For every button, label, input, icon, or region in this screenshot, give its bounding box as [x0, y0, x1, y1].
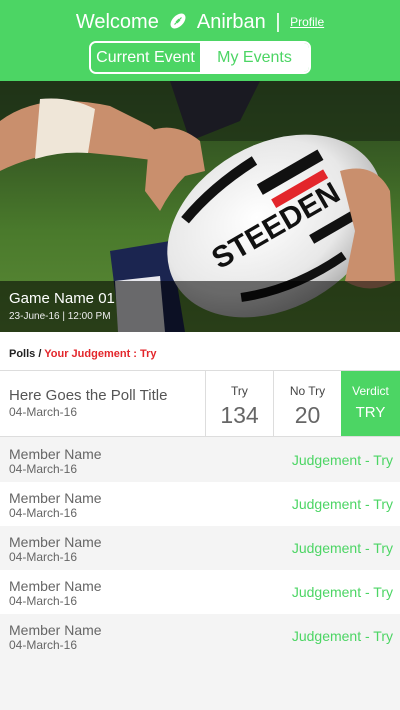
verdict-value: TRY — [355, 404, 386, 421]
football-icon — [168, 11, 188, 38]
list-item[interactable]: Member Name 04-March-16 Judgement - Try — [0, 570, 400, 614]
member-name: Member Name — [9, 446, 102, 462]
verdict-badge: Verdict TRY — [341, 371, 400, 436]
event-hero-image[interactable]: STEEDEN Game Name 01 23-June-16 | 12:00 … — [0, 81, 400, 332]
member-name: Member Name — [9, 490, 102, 506]
verdict-label: Verdict — [352, 384, 389, 398]
poll-title: Here Goes the Poll Title — [9, 387, 168, 404]
try-label: Try — [231, 384, 248, 398]
welcome-line: Welcome Anirban | Profile — [0, 9, 400, 38]
polls-breadcrumb: Polls / Your Judgement : Try — [0, 332, 400, 370]
member-date: 04-March-16 — [9, 638, 78, 652]
no-try-count: 20 — [294, 402, 321, 428]
profile-link[interactable]: Profile — [290, 15, 324, 29]
list-item[interactable]: Member Name 04-March-16 Judgement - Try — [0, 526, 400, 570]
tab-my-events[interactable]: My Events — [200, 43, 309, 72]
member-date: 04-March-16 — [9, 550, 78, 564]
member-name: Member Name — [9, 578, 102, 594]
header-separator: | — [275, 11, 281, 33]
your-judgement: Your Judgement : Try — [44, 348, 157, 360]
poll-date: 04-March-16 — [9, 405, 78, 419]
tab-current-event[interactable]: Current Event — [91, 43, 200, 72]
no-try-label: No Try — [289, 384, 326, 398]
polls-label[interactable]: Polls / — [9, 348, 41, 360]
app-header: Welcome Anirban | Profile Current Event … — [0, 0, 400, 81]
event-caption: Game Name 01 23-June-16 | 12:00 PM — [0, 281, 400, 332]
list-item[interactable]: Member Name 04-March-16 Judgement - Try — [0, 482, 400, 526]
member-judgement: Judgement - Try — [291, 452, 393, 468]
member-name: Member Name — [9, 534, 102, 550]
list-item[interactable]: Member Name 04-March-16 Judgement - Try — [0, 438, 400, 482]
try-vote-button[interactable]: Try 134 — [205, 371, 273, 436]
user-name: Anirban — [196, 11, 266, 33]
welcome-label: Welcome — [75, 11, 159, 33]
poll-card[interactable]: Here Goes the Poll Title 04-March-16 Try… — [0, 370, 400, 437]
game-date: 23-June-16 | 12:00 PM — [9, 311, 111, 322]
member-judgement-list: Member Name 04-March-16 Judgement - Try … — [0, 438, 400, 658]
member-judgement: Judgement - Try — [291, 496, 393, 512]
no-try-vote-button[interactable]: No Try 20 — [273, 371, 341, 436]
game-name: Game Name 01 — [9, 290, 115, 307]
member-date: 04-March-16 — [9, 594, 78, 608]
member-judgement: Judgement - Try — [291, 628, 393, 644]
member-name: Member Name — [9, 622, 102, 638]
event-tabs: Current Event My Events — [89, 41, 311, 74]
member-date: 04-March-16 — [9, 462, 78, 476]
try-count: 134 — [220, 402, 259, 428]
member-date: 04-March-16 — [9, 506, 78, 520]
list-item[interactable]: Member Name 04-March-16 Judgement - Try — [0, 614, 400, 658]
member-judgement: Judgement - Try — [291, 540, 393, 556]
member-judgement: Judgement - Try — [291, 584, 393, 600]
